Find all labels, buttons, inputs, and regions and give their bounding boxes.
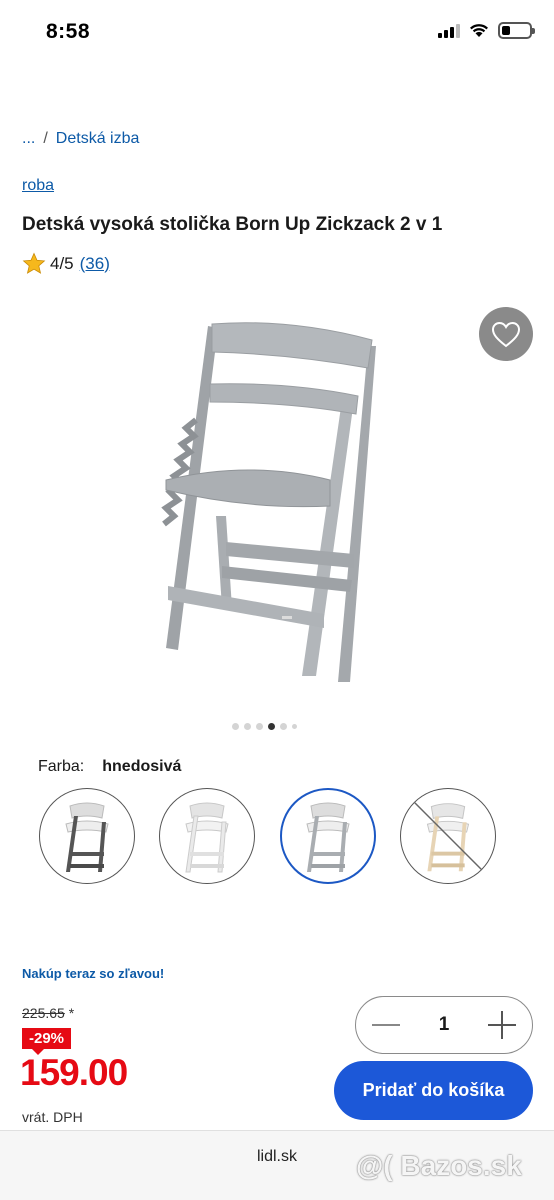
promo-text: Nakúp teraz so zľavou! — [22, 966, 165, 981]
watermark: @( Bazos.sk — [356, 1150, 522, 1181]
quantity-value[interactable]: 1 — [439, 1014, 450, 1036]
color-swatch-dark-gray[interactable] — [39, 788, 135, 884]
color-selector-label: Farba: hnedosivá — [38, 758, 181, 776]
chair-thumbnail-icon — [306, 802, 350, 872]
carousel-dot[interactable] — [232, 723, 239, 730]
breadcrumb-link-detska-izba[interactable]: Detská izba — [56, 130, 140, 148]
wifi-icon — [470, 24, 488, 37]
breadcrumb-separator: / — [43, 130, 48, 147]
vat-note: vrát. DPH — [22, 1109, 83, 1125]
cellular-signal-icon — [438, 23, 460, 38]
favorite-button[interactable] — [479, 307, 533, 361]
add-to-cart-button[interactable]: Pridať do košíka — [334, 1061, 533, 1120]
color-label: Farba: — [38, 758, 85, 775]
discount-badge: -29% — [22, 1028, 72, 1055]
star-icon — [22, 252, 46, 274]
carousel-dot[interactable] — [292, 724, 297, 729]
increase-quantity-button[interactable] — [487, 1011, 516, 1039]
color-swatch-natural-unavailable[interactable] — [400, 788, 496, 884]
status-icons — [438, 22, 535, 39]
breadcrumb: ... / Detská izba — [22, 130, 139, 148]
breadcrumb-ellipsis[interactable]: ... — [22, 130, 35, 148]
chair-thumbnail-icon — [65, 802, 109, 872]
color-swatch-gray-selected[interactable] — [280, 788, 376, 884]
carousel-dot[interactable] — [256, 723, 263, 730]
product-image[interactable] — [130, 310, 390, 690]
old-price-marker: * — [68, 1005, 75, 1021]
heart-icon — [491, 321, 521, 347]
brand-link[interactable]: roba — [22, 177, 54, 195]
product-title: Detská vysoká stolička Born Up Zickzack … — [22, 214, 443, 235]
old-price: 225.65 * — [22, 1005, 74, 1021]
battery-icon — [498, 22, 535, 39]
review-count-link[interactable]: (36) — [80, 254, 110, 274]
decrease-quantity-button[interactable] — [372, 1024, 400, 1026]
product-rating: 4/5 (36) — [22, 252, 110, 275]
status-bar: 8:58 — [0, 0, 554, 66]
color-swatch-white[interactable] — [159, 788, 255, 884]
carousel-dot[interactable] — [244, 723, 251, 730]
quantity-stepper: 1 — [355, 996, 533, 1054]
current-price: 159.00 — [20, 1052, 128, 1093]
chair-thumbnail-icon — [185, 802, 229, 873]
rating-value: 4/5 — [50, 253, 74, 273]
chair-thumbnail-icon — [410, 798, 486, 874]
carousel-dots — [232, 723, 297, 730]
carousel-dot[interactable] — [280, 723, 287, 730]
color-value: hnedosivá — [102, 758, 182, 775]
status-time: 8:58 — [46, 20, 91, 43]
carousel-dot-active[interactable] — [268, 723, 275, 730]
old-price-value: 225.65 — [22, 1005, 65, 1021]
